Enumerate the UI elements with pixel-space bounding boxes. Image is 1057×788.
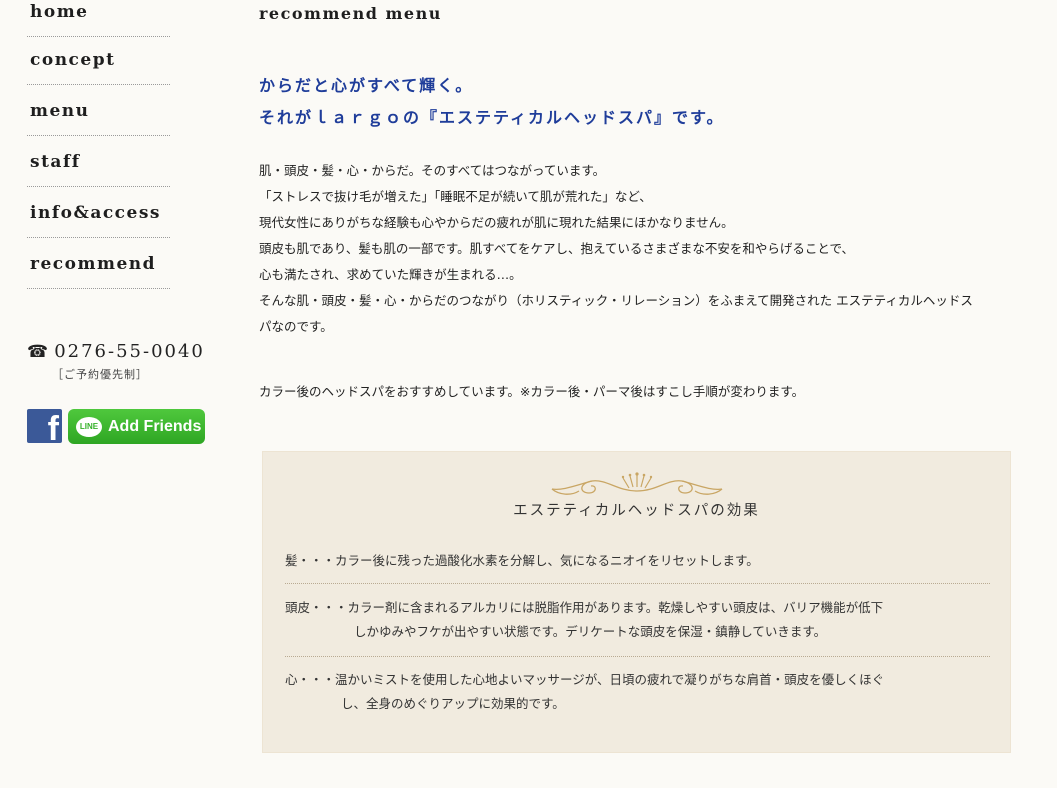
effects-title: エステティカルヘッドスパの効果 (513, 503, 760, 519)
effect-item-mind: 心・・・温かいミストを使用した心地よいマッサージが、日頃の疲れで凝りがちな肩首・… (285, 668, 990, 716)
page-title: recommend menu (259, 4, 442, 23)
effect-divider (285, 656, 990, 657)
line-add-friends-label: Add Friends (108, 417, 202, 435)
ornament-icon (551, 472, 723, 495)
line-icon: LINE (76, 416, 102, 437)
nav-item-home[interactable]: home (27, 0, 170, 37)
effect-text-cont: し、全身のめぐりアップに効果的です。 (341, 696, 565, 711)
phone-row[interactable]: ☎ 0276-55-0040 (27, 341, 205, 362)
side-nav: home concept menu staff info&access reco… (27, 0, 170, 304)
effect-text: 頭皮・・・カラー剤に含まれるアルカリには脱脂作用があります。乾燥しやすい頭皮は、… (285, 600, 884, 615)
nav-item-recommend[interactable]: recommend (27, 253, 170, 289)
headline-line-1: からだと心がすべて輝く。 (259, 76, 474, 95)
nav-item-info-access[interactable]: info&access (27, 202, 170, 238)
effect-text: 髪・・・カラー後に残った過酸化水素を分解し、気になるニオイをリセットします。 (285, 553, 759, 568)
intro-line: 肌・頭皮・髪・心・からだ。そのすべてはつながっています。 (259, 163, 606, 178)
recommend-note: カラー後のヘッドスパをおすすめしています。※カラー後・パーマ後はすこし手順が変わ… (259, 384, 805, 399)
social-links: f LINE Add Friends (27, 409, 205, 444)
line-add-friends-button[interactable]: LINE Add Friends (68, 409, 205, 444)
nav-item-menu[interactable]: menu (27, 100, 170, 136)
phone-icon: ☎ (27, 341, 49, 362)
contact-block: ☎ 0276-55-0040 ［ご予約優先制］ (27, 341, 205, 382)
intro-line: 「ストレスで抜け毛が増えた」「睡眠不足が続いて肌が荒れた」など、 (259, 189, 652, 204)
intro-line: そんな肌・頭皮・髪・心・からだのつながり（ホリスティック・リレーション）をふまえ… (259, 293, 973, 308)
nav-item-staff[interactable]: staff (27, 151, 170, 187)
effect-divider (285, 583, 990, 584)
nav-item-concept[interactable]: concept (27, 49, 170, 85)
effects-panel: エステティカルヘッドスパの効果 髪・・・カラー後に残った過酸化水素を分解し、気に… (262, 451, 1011, 753)
main-content: recommend menu からだと心がすべて輝く。 それがｌａｒｇｏの『エス… (259, 0, 1019, 418)
intro-text: 肌・頭皮・髪・心・からだ。そのすべてはつながっています。 「ストレスで抜け毛が増… (259, 158, 1019, 340)
effect-item-scalp: 頭皮・・・カラー剤に含まれるアルカリには脱脂作用があります。乾燥しやすい頭皮は、… (285, 596, 990, 644)
phone-number[interactable]: 0276-55-0040 (54, 341, 205, 362)
headline-line-2: それがｌａｒｇｏの『エステティカルヘッドスパ』です。 (259, 108, 725, 127)
reservation-note: ［ご予約優先制］ (52, 368, 148, 381)
intro-line: 頭皮も肌であり、髪も肌の一部です。肌すべてをケアし、抱えているさまざまな不安を和… (259, 241, 855, 256)
intro-line: 現代女性にありがちな経験も心やからだの疲れが肌に現れた結果にほかなりません。 (259, 215, 734, 230)
intro-line: パなのです。 (259, 319, 333, 334)
facebook-icon[interactable]: f (27, 409, 62, 443)
headline: からだと心がすべて輝く。 それがｌａｒｇｏの『エステティカルヘッドスパ』です。 (259, 70, 1019, 134)
effect-item-hair: 髪・・・カラー後に残った過酸化水素を分解し、気になるニオイをリセットします。 (285, 549, 990, 573)
effect-text-cont: しかゆみやフケが出やすい状態です。デリケートな頭皮を保湿・鎮静していきます。 (354, 624, 827, 639)
effect-text: 心・・・温かいミストを使用した心地よいマッサージが、日頃の疲れで凝りがちな肩首・… (285, 672, 885, 687)
intro-line: 心も満たされ、求めていた輝きが生まれる…。 (259, 267, 522, 282)
